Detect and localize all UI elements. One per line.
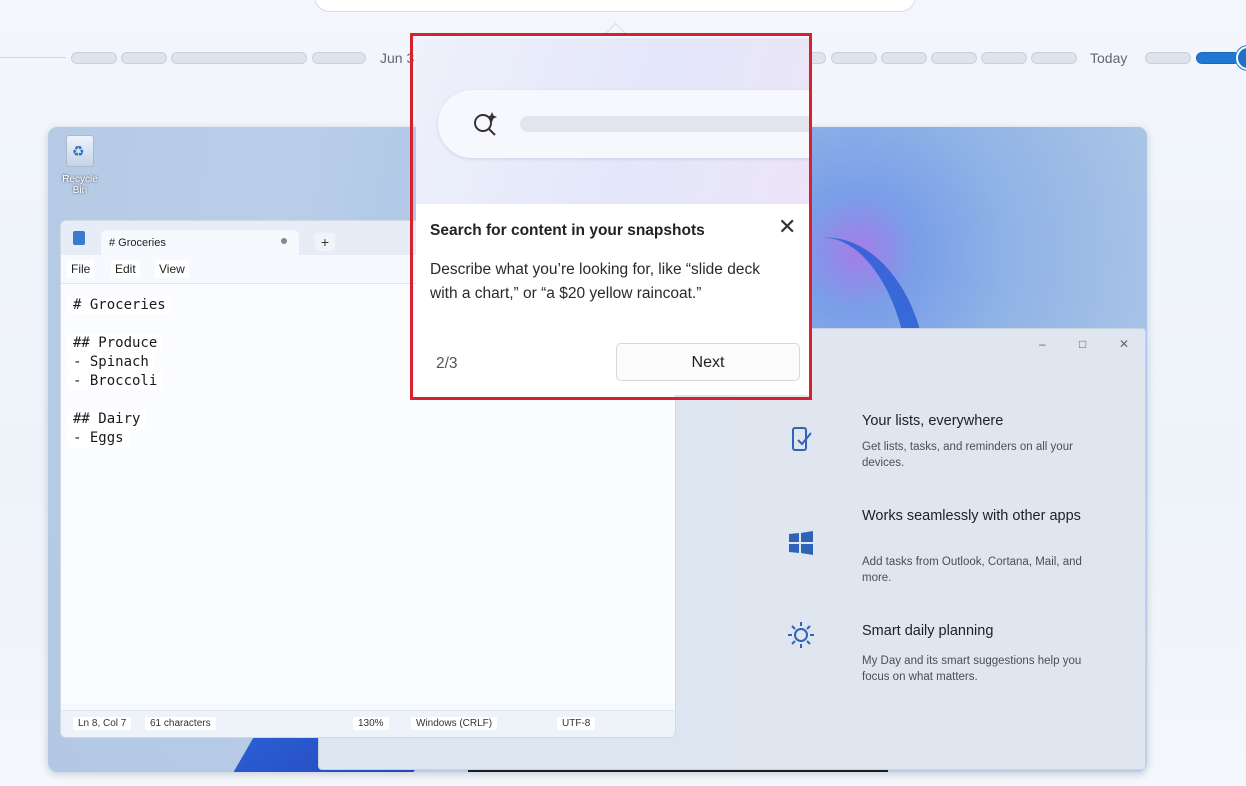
feature-title: Smart daily planning [862,623,994,639]
text-line: - Spinach [67,353,155,371]
menu-file[interactable]: File [67,260,95,278]
feature-title: Works seamlessly with other apps [862,508,1081,524]
feature-title: Your lists, everywhere [862,413,1004,429]
status-position: Ln 8, Col 7 [73,717,132,730]
text-line: # Groceries [67,296,172,314]
windows-logo-icon [787,529,815,557]
notepad-status-bar: Ln 8, Col 7 61 characters 130% Windows (… [61,710,675,737]
timeline-pill[interactable] [312,52,366,64]
status-characters: 61 characters [145,717,216,730]
timeline-pill[interactable] [171,52,307,64]
timeline-today-label: Today [1090,50,1128,66]
status-line-ending[interactable]: Windows (CRLF) [411,717,498,730]
text-line: - Eggs [67,429,130,447]
recycle-bin-icon: ♻ [66,135,94,167]
recycle-bin[interactable]: ♻ Recycle Bin [54,135,106,196]
timeline-pill[interactable] [1031,52,1077,64]
menu-view[interactable]: View [155,260,189,278]
timeline-pill[interactable] [71,52,117,64]
minimize-button[interactable]: – [1039,337,1046,351]
timeline-pill-current[interactable] [1196,52,1240,64]
close-button[interactable]: ✕ [1119,337,1129,351]
text-line: ## Dairy [67,410,147,428]
timeline-pill[interactable] [121,52,167,64]
timeline-line [0,57,66,58]
text-line: ## Produce [67,334,164,352]
feature-description: Add tasks from Outlook, Cortana, Mail, a… [862,556,1082,584]
feature-description: My Day and its smart suggestions help yo… [862,655,1082,683]
menu-edit[interactable]: Edit [111,260,140,278]
status-encoding[interactable]: UTF-8 [557,717,596,730]
sun-icon [787,621,815,649]
timeline-pill[interactable] [1145,52,1191,64]
status-zoom[interactable]: 130% [353,717,389,730]
recycle-bin-label: Recycle Bin [62,174,98,196]
highlight-outline [410,33,812,400]
maximize-button[interactable]: □ [1079,337,1086,351]
timeline-slider-handle[interactable] [1236,46,1246,70]
timeline-pill[interactable] [981,52,1027,64]
unsaved-dot-icon[interactable] [281,238,287,244]
notepad-icon [73,231,85,245]
text-line: - Broccoli [67,372,164,390]
notepad-tab-title: # Groceries [109,237,166,249]
phone-check-icon [787,425,815,453]
timeline-pill[interactable] [931,52,977,64]
notepad-tab[interactable]: # Groceries [101,230,299,255]
timeline-pill[interactable] [881,52,927,64]
new-tab-button[interactable]: + [315,233,335,251]
timeline-search-box[interactable] [314,0,916,12]
timeline-pill[interactable] [831,52,877,64]
feature-description: Get lists, tasks, and reminders on all y… [862,441,1073,469]
